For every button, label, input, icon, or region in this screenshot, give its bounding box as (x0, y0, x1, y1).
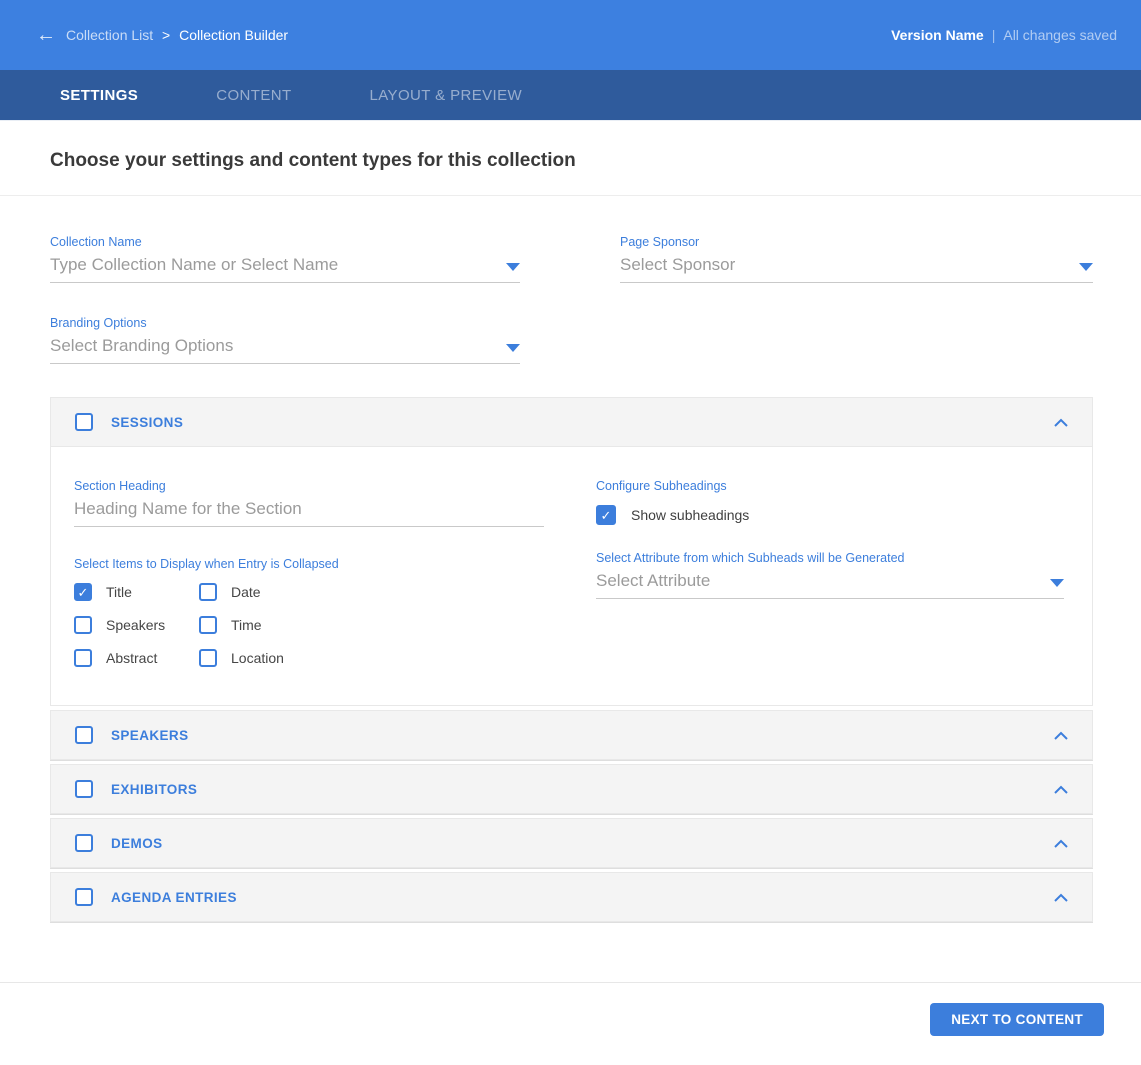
collection-name-field: Collection Name Type Collection Name or … (50, 235, 520, 283)
date-checkbox[interactable]: ✓ (199, 583, 217, 601)
header-left: ← Collection List > Collection Builder (36, 25, 288, 45)
section-heading-placeholder: Heading Name for the Section (74, 499, 302, 518)
collapsed-items-label: Select Items to Display when Entry is Co… (74, 557, 339, 571)
check-item-abstract[interactable]: ✓ Abstract (74, 649, 199, 667)
page-sponsor-label: Page Sponsor (620, 235, 700, 249)
branding-options-label: Branding Options (50, 316, 147, 330)
tab-layout-preview[interactable]: LAYOUT & PREVIEW (370, 87, 523, 104)
sessions-left-column: Section Heading Heading Name for the Sec… (74, 479, 544, 667)
collection-name-dropdown[interactable]: Type Collection Name or Select Name (50, 254, 520, 283)
collapsed-items-group: Select Items to Display when Entry is Co… (74, 557, 544, 667)
branding-options-placeholder: Select Branding Options (50, 336, 234, 355)
main-content: Collection Name Type Collection Name or … (0, 235, 1141, 922)
abstract-checkbox[interactable]: ✓ (74, 649, 92, 667)
top-header: ← Collection List > Collection Builder V… (0, 0, 1141, 70)
next-to-content-button[interactable]: NEXT TO CONTENT (930, 1003, 1104, 1036)
title-checkbox-label: Title (106, 584, 132, 600)
page-sponsor-dropdown[interactable]: Select Sponsor (620, 254, 1093, 283)
section-heading-label: Section Heading (74, 479, 166, 493)
section-heading-field: Section Heading Heading Name for the Sec… (74, 479, 544, 527)
chevron-up-icon[interactable] (1054, 893, 1068, 902)
branding-options-field: Branding Options Select Branding Options (50, 316, 520, 364)
section-header-exhibitors[interactable]: ✓ EXHIBITORS (50, 764, 1093, 814)
check-item-date[interactable]: ✓ Date (199, 583, 379, 601)
exhibitors-section-checkbox[interactable]: ✓ (75, 780, 93, 798)
breadcrumb-collection-list[interactable]: Collection List (66, 27, 153, 43)
chevron-up-icon[interactable] (1054, 731, 1068, 740)
collection-name-placeholder: Type Collection Name or Select Name (50, 255, 339, 274)
location-checkbox[interactable]: ✓ (199, 649, 217, 667)
location-checkbox-label: Location (231, 650, 284, 666)
check-item-time[interactable]: ✓ Time (199, 616, 379, 634)
subhead-attribute-placeholder: Select Attribute (596, 571, 711, 590)
section-header-speakers[interactable]: ✓ SPEAKERS (50, 710, 1093, 760)
configure-subheadings-label: Configure Subheadings (596, 479, 727, 493)
speakers-checkbox[interactable]: ✓ (74, 616, 92, 634)
sessions-right-column: Configure Subheadings ✓ Show subheadings… (596, 479, 1064, 667)
settings-form: Collection Name Type Collection Name or … (50, 235, 1093, 364)
section-title-exhibitors: EXHIBITORS (111, 781, 198, 797)
caret-down-icon[interactable] (506, 263, 520, 271)
show-subheadings-label: Show subheadings (631, 507, 750, 523)
speakers-checkbox-label: Speakers (106, 617, 166, 633)
sessions-checkbox[interactable]: ✓ (75, 413, 93, 431)
caret-down-icon[interactable] (506, 344, 520, 352)
header-right: Version Name | All changes saved (891, 27, 1117, 43)
agenda-entries-section-checkbox[interactable]: ✓ (75, 888, 93, 906)
content-type-sections: ✓ SESSIONS Section Heading Heading Name … (50, 397, 1093, 922)
page-sponsor-field: Page Sponsor Select Sponsor (620, 235, 1093, 283)
abstract-checkbox-label: Abstract (106, 650, 158, 666)
chevron-up-icon[interactable] (1054, 839, 1068, 848)
tab-settings[interactable]: SETTINGS (60, 87, 138, 104)
collection-name-label: Collection Name (50, 235, 142, 249)
checkmark-icon: ✓ (77, 584, 89, 600)
branding-options-dropdown[interactable]: Select Branding Options (50, 335, 520, 364)
speakers-section-checkbox[interactable]: ✓ (75, 726, 93, 744)
footer-actions: NEXT TO CONTENT (0, 983, 1141, 1036)
breadcrumb-collection-builder: Collection Builder (179, 27, 289, 43)
show-subheadings-checkbox[interactable]: ✓ (596, 505, 616, 525)
checkmark-icon: ✓ (600, 507, 612, 523)
chevron-up-icon[interactable] (1054, 418, 1068, 427)
section-header-agenda-entries[interactable]: ✓ AGENDA ENTRIES (50, 872, 1093, 922)
version-name[interactable]: Version Name (891, 27, 984, 43)
title-checkbox[interactable]: ✓ (74, 583, 92, 601)
page-title: Choose your settings and content types f… (50, 150, 576, 171)
check-item-location[interactable]: ✓ Location (199, 649, 379, 667)
section-title-speakers: SPEAKERS (111, 727, 189, 743)
breadcrumb: Collection List > Collection Builder (66, 27, 288, 43)
page-title-section: Choose your settings and content types f… (0, 121, 1141, 196)
section-header-demos[interactable]: ✓ DEMOS (50, 818, 1093, 868)
page-sponsor-placeholder: Select Sponsor (620, 255, 736, 274)
page-footer: NEXT TO CONTENT (0, 982, 1141, 1036)
breadcrumb-separator: > (162, 27, 171, 43)
tab-content[interactable]: CONTENT (216, 87, 291, 104)
check-item-speakers[interactable]: ✓ Speakers (74, 616, 199, 634)
version-status-separator: | (991, 27, 996, 43)
back-arrow-icon[interactable]: ← (36, 25, 56, 45)
configure-subheadings-group: Configure Subheadings ✓ Show subheadings (596, 479, 1064, 525)
date-checkbox-label: Date (231, 584, 261, 600)
chevron-up-icon[interactable] (1054, 785, 1068, 794)
subhead-attribute-label: Select Attribute from which Subheads wil… (596, 551, 905, 565)
time-checkbox[interactable]: ✓ (199, 616, 217, 634)
section-header-sessions[interactable]: ✓ SESSIONS (50, 397, 1093, 447)
sessions-panel-body: Section Heading Heading Name for the Sec… (50, 447, 1093, 706)
caret-down-icon[interactable] (1079, 263, 1093, 271)
time-checkbox-label: Time (231, 617, 262, 633)
demos-section-checkbox[interactable]: ✓ (75, 834, 93, 852)
collapsed-items-grid: ✓ Title ✓ Date ✓ (74, 583, 544, 667)
save-status: All changes saved (1003, 27, 1117, 43)
tab-bar: SETTINGS CONTENT LAYOUT & PREVIEW (0, 70, 1141, 121)
section-title-sessions: SESSIONS (111, 414, 184, 430)
check-item-title[interactable]: ✓ Title (74, 583, 199, 601)
section-heading-input[interactable]: Heading Name for the Section (74, 498, 544, 527)
subhead-attribute-field: Select Attribute from which Subheads wil… (596, 551, 1064, 599)
section-title-demos: DEMOS (111, 835, 163, 851)
subhead-attribute-dropdown[interactable]: Select Attribute (596, 570, 1064, 599)
section-title-agenda-entries: AGENDA ENTRIES (111, 889, 237, 905)
show-subheadings-item[interactable]: ✓ Show subheadings (596, 505, 1064, 525)
caret-down-icon[interactable] (1050, 579, 1064, 587)
